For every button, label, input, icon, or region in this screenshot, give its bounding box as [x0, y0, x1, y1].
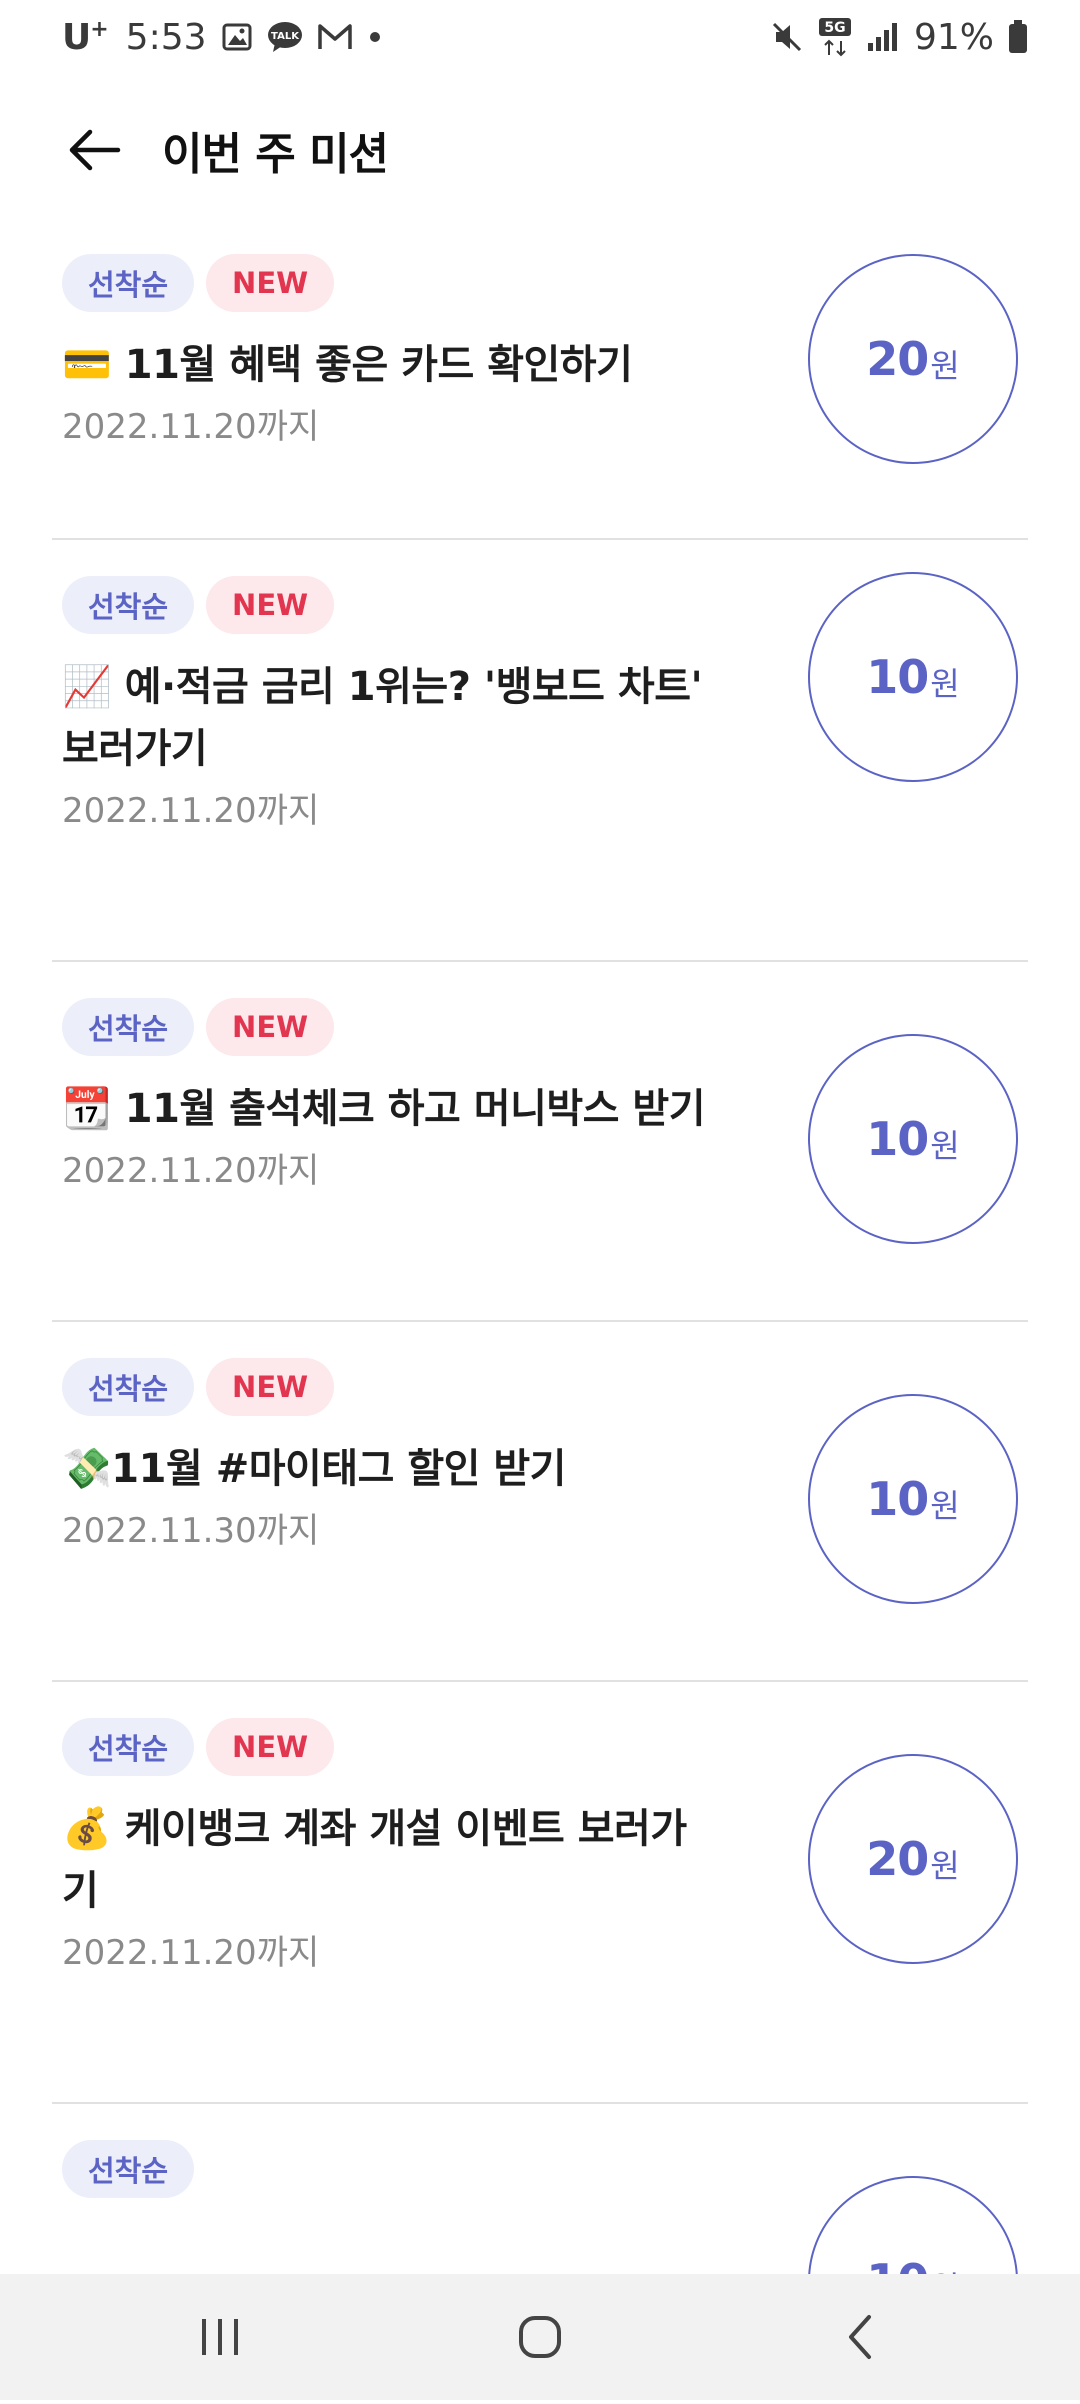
home-icon — [519, 2316, 561, 2358]
mute-icon — [770, 20, 804, 54]
mission-title: 💰 케이뱅크 계좌 개설 이벤트 보러가기 — [62, 1806, 687, 1914]
mail-icon — [317, 22, 353, 52]
signal-icon — [866, 21, 900, 53]
more-notifications-dot-icon — [367, 29, 383, 45]
first-come-tag: 선착순 — [62, 1718, 195, 1776]
page-title: 이번 주 미션 — [162, 129, 389, 180]
network-5g-icon: 5G — [818, 17, 852, 57]
new-tag: NEW — [206, 576, 335, 634]
svg-text:5G: 5G — [824, 20, 845, 36]
status-left: U+ 5:53 TALK — [62, 17, 383, 58]
arrow-left-icon — [69, 129, 121, 171]
svg-text:TALK: TALK — [271, 31, 300, 42]
battery-percent: 91% — [913, 16, 994, 58]
carrier-label: U+ — [62, 16, 109, 58]
reward-badge[interactable]: 10원 — [808, 572, 1018, 782]
mission-title: 📈 예·적금 금리 1위는? '뱅보드 차트' 보러가기 — [62, 664, 703, 772]
new-tag: NEW — [206, 1718, 335, 1776]
recent-apps-icon — [202, 2319, 238, 2355]
reward-amount: 20 — [866, 332, 929, 386]
recent-apps-button[interactable] — [160, 2287, 280, 2387]
mission-deadline: 2022.11.20까지 — [62, 791, 320, 831]
mission-title: 💸11월 #마이태그 할인 받기 — [62, 1446, 566, 1492]
chevron-left-icon — [849, 2315, 871, 2359]
first-come-tag: 선착순 — [62, 2140, 195, 2198]
first-come-tag: 선착순 — [62, 998, 195, 1056]
mission-title: 💳 11월 혜택 좋은 카드 확인하기 — [62, 342, 633, 388]
mission-item[interactable]: 선착순 NEW 💸11월 #마이태그 할인 받기 2022.11.30까지 10… — [52, 1322, 1028, 1682]
first-come-tag: 선착순 — [62, 576, 195, 634]
reward-amount: 10 — [866, 1472, 929, 1526]
gallery-icon — [221, 21, 253, 53]
first-come-tag: 선착순 — [62, 254, 195, 312]
new-tag: NEW — [206, 998, 335, 1056]
mission-item[interactable]: 선착순 NEW 📆 11월 출석체크 하고 머니박스 받기 2022.11.20… — [52, 962, 1028, 1322]
reward-unit: 원 — [930, 347, 960, 385]
mission-item[interactable]: 선착순 NEW 💳 11월 혜택 좋은 카드 확인하기 2022.11.20까지… — [52, 218, 1028, 540]
status-time: 5:53 — [125, 16, 207, 58]
mission-item[interactable]: 선착순 NEW 💰 케이뱅크 계좌 개설 이벤트 보러가기 2022.11.20… — [52, 1682, 1028, 2104]
home-button[interactable] — [480, 2287, 600, 2387]
reward-unit: 원 — [930, 665, 960, 703]
new-tag: NEW — [206, 254, 335, 312]
battery-icon — [1008, 20, 1028, 54]
reward-amount: 10 — [866, 650, 929, 704]
mission-item[interactable]: 선착순 NEW 📈 예·적금 금리 1위는? '뱅보드 차트' 보러가기 202… — [52, 540, 1028, 962]
mission-list: 선착순 NEW 💳 11월 혜택 좋은 카드 확인하기 2022.11.20까지… — [0, 218, 1080, 2404]
reward-amount: 20 — [866, 1832, 929, 1886]
app-header: 이번 주 미션 — [0, 112, 1080, 188]
reward-unit: 원 — [930, 1127, 960, 1165]
new-tag: NEW — [206, 1358, 335, 1416]
reward-badge[interactable]: 20 원 — [808, 254, 1018, 464]
first-come-tag: 선착순 — [62, 1358, 195, 1416]
reward-amount: 10 — [866, 1112, 929, 1166]
reward-badge[interactable]: 20 원 — [808, 1754, 1018, 1964]
reward-unit: 원 — [930, 1847, 960, 1885]
system-back-button[interactable] — [800, 2287, 920, 2387]
mission-title: 📆 11월 출석체크 하고 머니박스 받기 — [62, 1086, 706, 1132]
talk-icon: TALK — [267, 21, 303, 53]
reward-badge[interactable]: 10원 — [808, 1394, 1018, 1604]
status-right: 5G 91% — [770, 17, 1028, 58]
system-navigation-bar — [0, 2274, 1080, 2400]
status-bar: U+ 5:53 TALK 5G 91% — [0, 0, 1080, 74]
back-button[interactable] — [62, 118, 126, 182]
reward-badge[interactable]: 10원 — [808, 1034, 1018, 1244]
reward-unit: 원 — [930, 1487, 960, 1525]
